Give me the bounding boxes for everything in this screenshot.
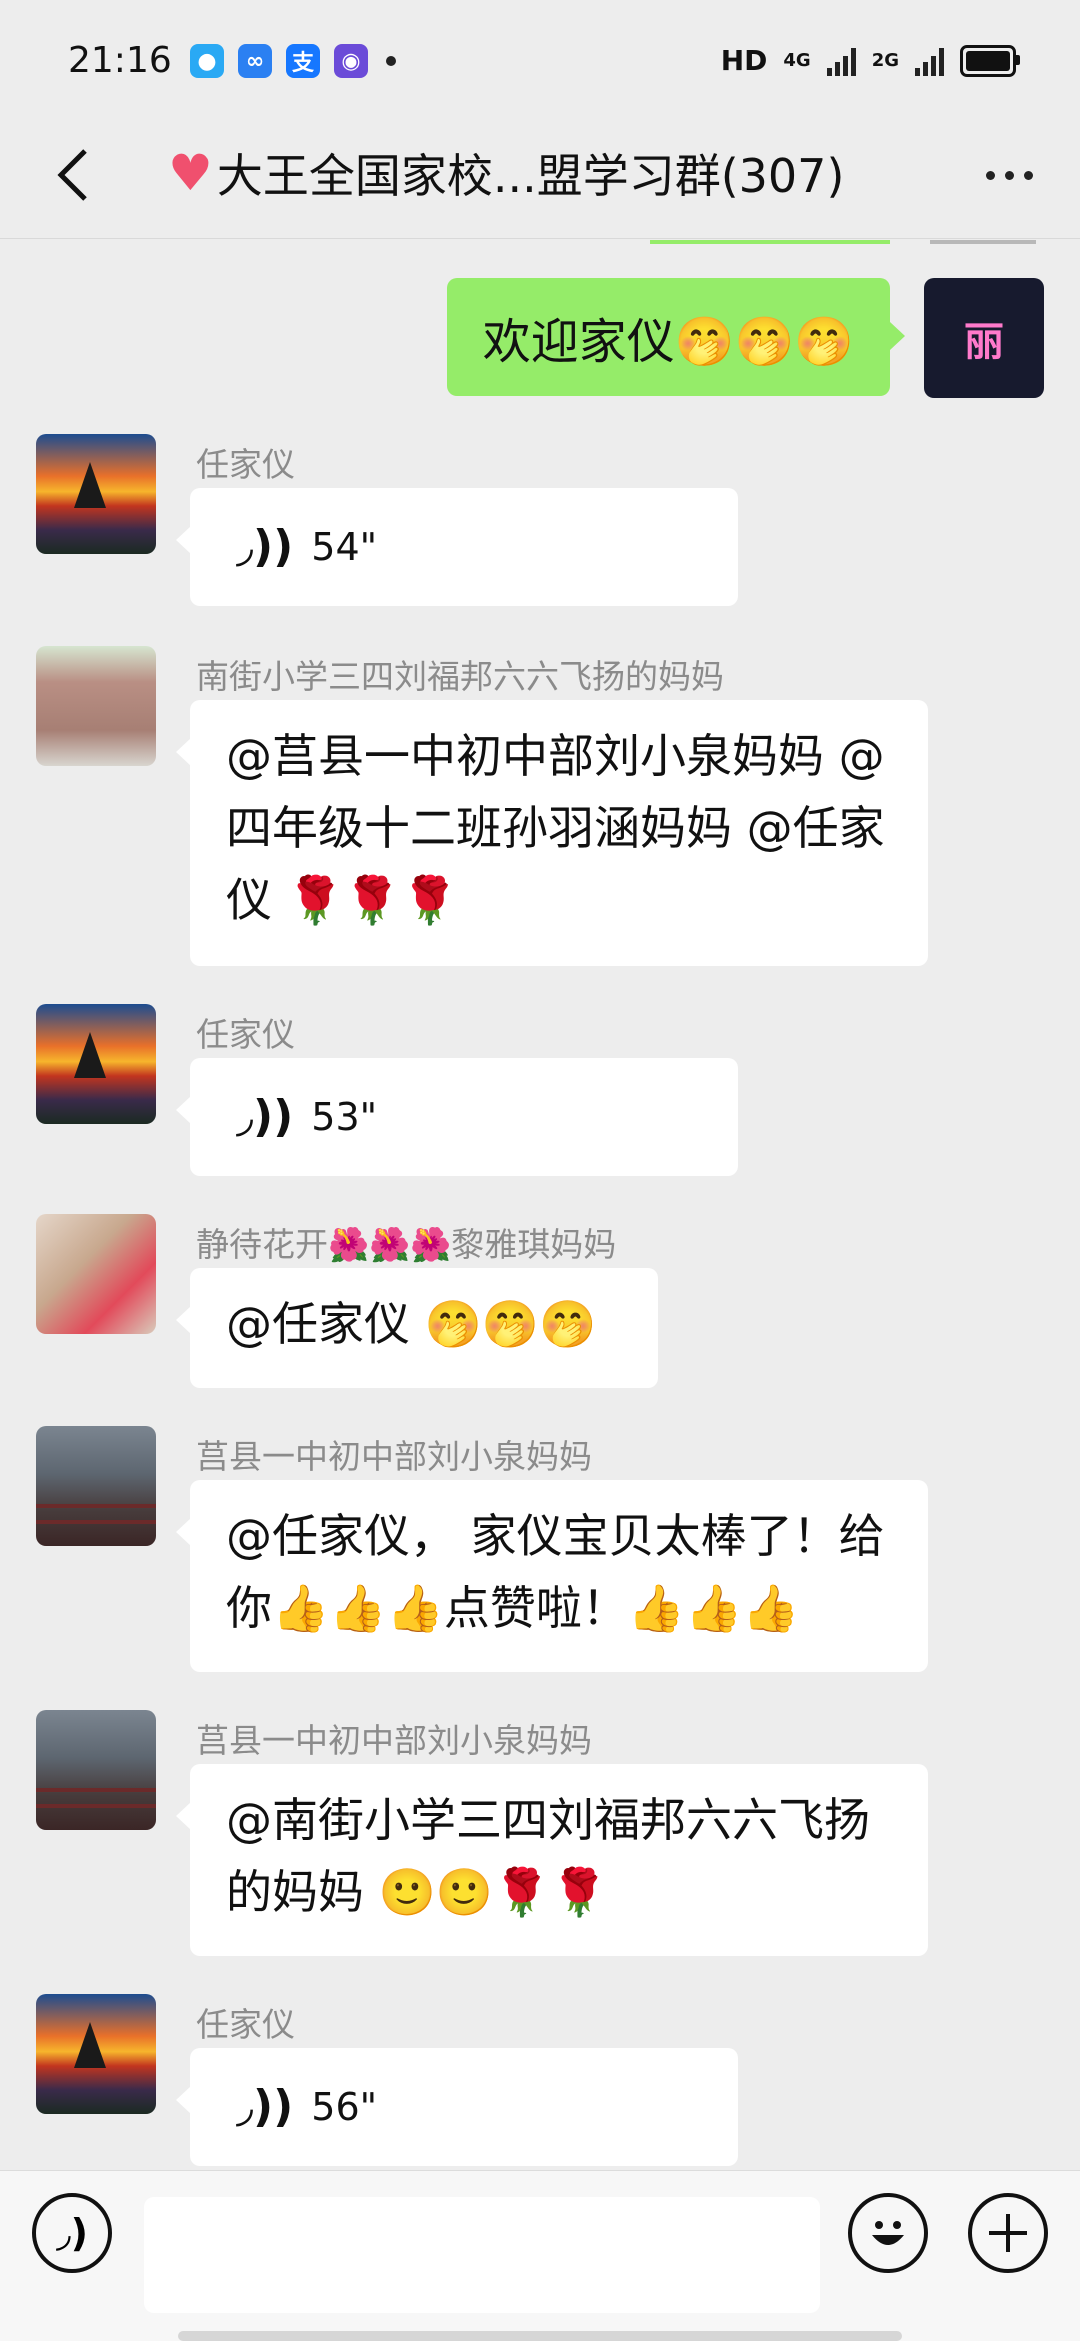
voice-wave-icon: ◞)) (236, 2081, 294, 2132)
link-icon: ∞ (238, 44, 272, 78)
network-4g-label: 4G (783, 50, 811, 71)
chat-title: ♥ 大王全国家校...盟学习群(307) (168, 140, 844, 206)
text-message-bubble[interactable]: @任家仪 🤭🤭🤭 (176, 1268, 658, 1388)
avatar[interactable] (36, 1004, 156, 1124)
chevron-left-icon (57, 149, 87, 201)
network-2g-label: 2G (871, 50, 899, 71)
avatar[interactable] (36, 646, 156, 766)
chat-messages[interactable]: 欢迎家仪🤭🤭🤭 丽 任家仪 ◞)) 54" 南街小学三四刘福邦六六飞扬的妈妈 @… (0, 240, 1080, 2170)
notification-dot-icon (386, 56, 396, 66)
browser-icon: ◉ (334, 44, 368, 78)
status-time: 21:16 (68, 40, 172, 81)
plus-button[interactable] (968, 2193, 1048, 2273)
sender-name: 南街小学三四刘福邦六六飞扬的妈妈 (196, 657, 724, 696)
heart-icon: ♥ (168, 144, 213, 202)
avatar[interactable] (36, 1710, 156, 1830)
text-message-bubble[interactable]: @南街小学三四刘福邦六六飞扬的妈妈 🙂🙂🌹🌹 (176, 1764, 928, 1956)
alipay-icon: 支 (286, 44, 320, 78)
emoji-button[interactable] (848, 2193, 928, 2273)
avatar[interactable] (36, 1994, 156, 2114)
sender-name: 莒县一中初中部刘小泉妈妈 (196, 1721, 592, 1760)
avatar[interactable] (36, 1426, 156, 1546)
voice-duration: 54" (311, 525, 378, 569)
status-bar: 21:16 ● ∞ 支 ◉ HD 4G 2G (0, 0, 1080, 130)
status-app-icons: ● ∞ 支 ◉ (190, 44, 396, 78)
signal-2g-icon (915, 46, 944, 76)
chat-title-text: 大王全国家校...盟学习群(307) (216, 149, 845, 203)
sender-name: 任家仪 (196, 445, 295, 484)
voice-input-button[interactable]: ◞) (32, 2193, 112, 2273)
voice-duration: 53" (311, 1095, 378, 1139)
signal-4g-icon (826, 46, 856, 76)
voice-message-bubble[interactable]: ◞)) 54" (176, 488, 738, 606)
voice-wave-icon: ◞)) (236, 521, 294, 572)
sender-name: 莒县一中初中部刘小泉妈妈 (196, 1437, 592, 1476)
hd-label: HD (720, 44, 768, 77)
voice-message-bubble[interactable]: ◞)) 56" (176, 2048, 738, 2166)
self-message-bubble[interactable]: 欢迎家仪🤭🤭🤭 (446, 278, 906, 396)
voice-wave-icon: ◞)) (236, 1091, 294, 1142)
battery-icon (960, 44, 1020, 77)
voice-wave-icon: ◞) (55, 2211, 89, 2255)
more-button[interactable] (974, 145, 1044, 205)
sender-name: 静待花开🌺🌺🌺黎雅琪妈妈 (196, 1225, 617, 1264)
input-bar: ◞) (0, 2170, 1080, 2341)
message-input[interactable] (144, 2197, 820, 2313)
voice-message-bubble[interactable]: ◞)) 53" (176, 1058, 738, 1176)
plus-icon (989, 2214, 1027, 2252)
text-message-bubble[interactable]: @任家仪， 家仪宝贝太棒了！给你👍👍👍点赞啦！👍👍👍 (176, 1480, 928, 1672)
voice-duration: 56" (311, 2085, 378, 2129)
qq-icon: ● (190, 44, 224, 78)
previous-avatar-edge (930, 240, 1036, 244)
status-indicators: HD 4G 2G (720, 44, 1020, 77)
avatar[interactable] (36, 1214, 156, 1334)
back-button[interactable] (38, 140, 108, 210)
sender-name: 任家仪 (196, 2005, 295, 2044)
text-message-bubble[interactable]: @莒县一中初中部刘小泉妈妈 @四年级十二班孙羽涵妈妈 @任家仪 🌹🌹🌹 (176, 700, 928, 966)
avatar[interactable] (36, 434, 156, 554)
previous-bubble-edge (650, 240, 890, 244)
smile-icon (872, 2221, 904, 2245)
chat-header: ♥ 大王全国家校...盟学习群(307) (0, 120, 1080, 239)
more-dots-icon (985, 170, 995, 180)
self-avatar[interactable]: 丽 (924, 278, 1044, 398)
sender-name: 任家仪 (196, 1015, 295, 1054)
